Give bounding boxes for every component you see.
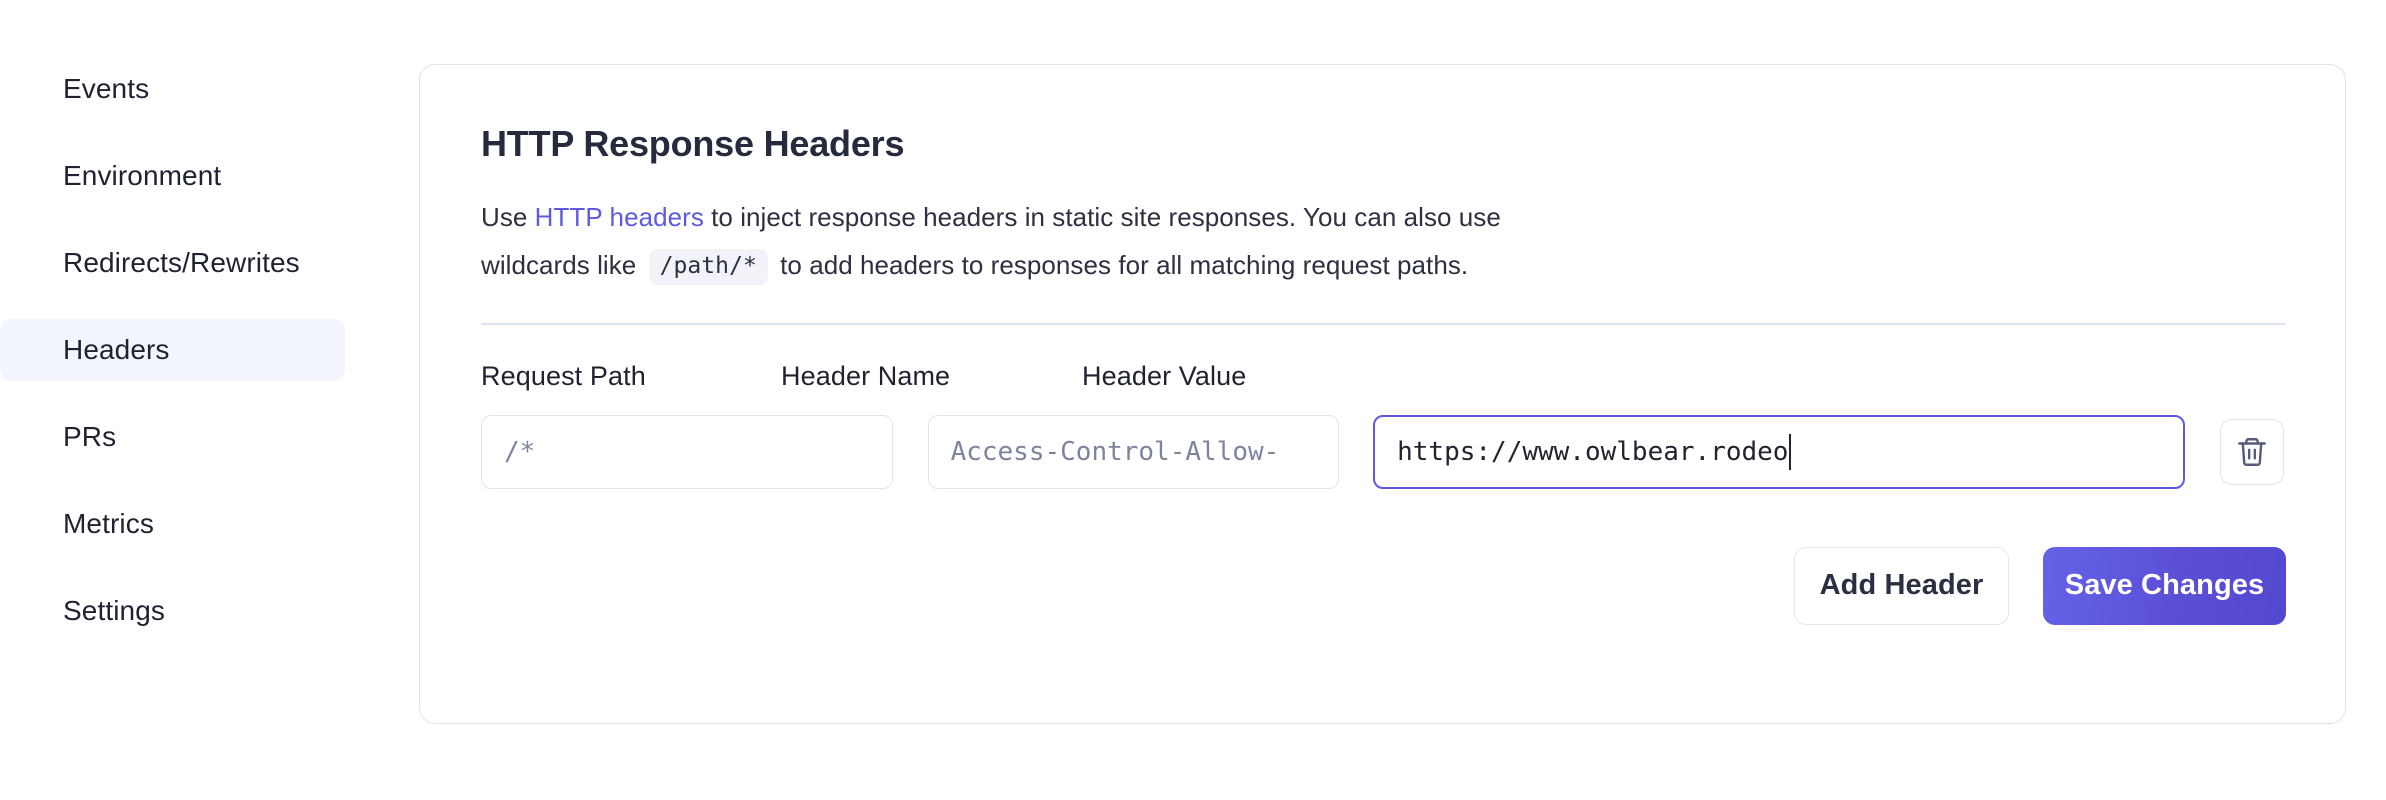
request-path-placeholder-text: /* (504, 437, 535, 467)
request-path-label: Request Path (481, 363, 781, 390)
sidebar-item-environment[interactable]: Environment (0, 145, 345, 207)
sidebar-item-label: Headers (63, 336, 170, 364)
headers-settings-page: Events Environment Redirects/Rewrites He… (0, 0, 2386, 800)
sidebar-item-metrics[interactable]: Metrics (0, 493, 345, 555)
header-name-label: Header Name (781, 363, 1082, 390)
add-header-button[interactable]: Add Header (1794, 547, 2009, 625)
headers-form: Request Path Header Name Header Value /*… (481, 363, 2284, 625)
sidebar-item-headers[interactable]: Headers (0, 319, 345, 381)
page-title: HTTP Response Headers (481, 122, 2284, 165)
trash-icon (2235, 435, 2269, 469)
sidebar-item-label: Redirects/Rewrites (63, 249, 300, 277)
delete-header-button[interactable] (2220, 419, 2284, 485)
sidebar-item-label: Events (63, 75, 149, 103)
header-value-input[interactable]: https://www.owlbear.rodeo (1373, 415, 2185, 489)
header-entry-row: /* Access-Control-Allow- https://www.owl… (481, 415, 2284, 489)
path-wildcard-code-chip: /path/* (649, 249, 768, 285)
request-path-input[interactable]: /* (481, 415, 893, 489)
sidebar-item-label: Metrics (63, 510, 154, 538)
sidebar-item-label: Settings (63, 597, 165, 625)
header-value-label: Header Value (1082, 363, 1702, 390)
sidebar-item-prs[interactable]: PRs (0, 406, 345, 468)
card-content: HTTP Response Headers Use HTTP headers t… (420, 65, 2345, 625)
sidebar-item-events[interactable]: Events (0, 58, 345, 120)
sidebar-item-redirects-rewrites[interactable]: Redirects/Rewrites (0, 232, 345, 294)
sidebar-item-settings[interactable]: Settings (0, 580, 345, 642)
http-headers-link[interactable]: HTTP headers (535, 202, 704, 232)
header-name-input[interactable]: Access-Control-Allow- (928, 415, 1340, 489)
header-name-placeholder-text: Access-Control-Allow- (951, 437, 1280, 467)
form-actions: Add Header Save Changes (481, 547, 2286, 625)
settings-sidebar: Events Environment Redirects/Rewrites He… (0, 58, 360, 642)
description-text-before: Use (481, 202, 535, 232)
description-text-tail: to add headers to responses for all matc… (773, 250, 1468, 280)
sidebar-item-label: PRs (63, 423, 116, 451)
save-changes-button[interactable]: Save Changes (2043, 547, 2286, 625)
column-labels-row: Request Path Header Name Header Value (481, 363, 2284, 390)
sidebar-item-label: Environment (63, 162, 221, 190)
http-response-headers-card: HTTP Response Headers Use HTTP headers t… (419, 64, 2346, 724)
section-divider (481, 323, 2286, 325)
text-cursor (1789, 434, 1791, 470)
header-value-text: https://www.owlbear.rodeo (1397, 437, 1788, 467)
card-description: Use HTTP headers to inject response head… (481, 193, 1616, 289)
